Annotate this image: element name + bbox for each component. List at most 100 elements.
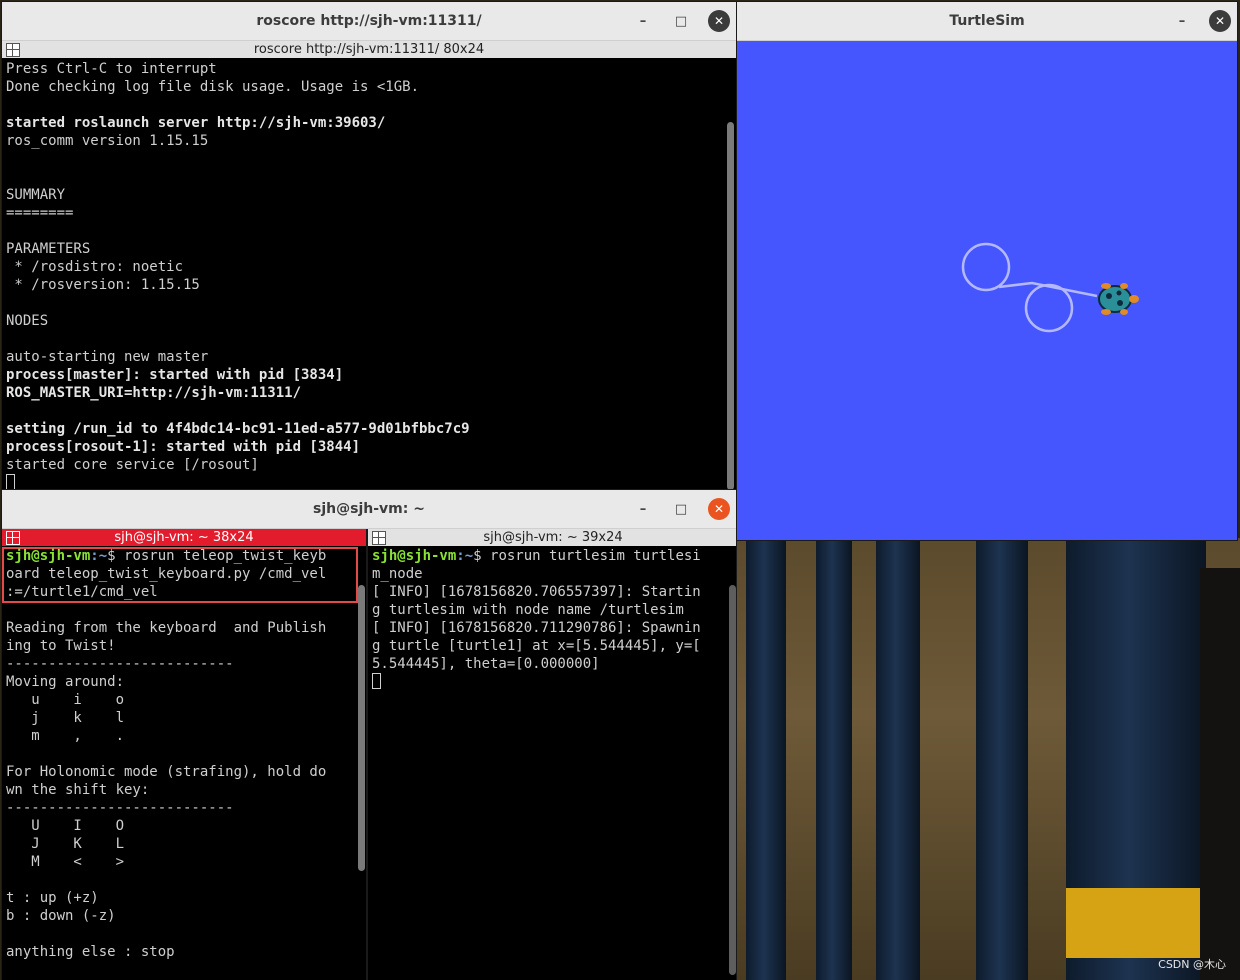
window-title: sjh@sjh-vm: ~ <box>313 501 425 517</box>
desktop-wallpaper: CSDN @木心 <box>736 538 1240 980</box>
prompt-path: :~ <box>456 548 474 564</box>
terminal-line: ing to Twist! <box>6 638 116 654</box>
path-circle <box>961 242 1011 292</box>
roscore-titlebar[interactable]: roscore http://sjh-vm:11311/ – □ ✕ <box>2 2 736 41</box>
scrollbar[interactable] <box>729 585 736 975</box>
path-circle <box>1024 283 1074 333</box>
close-button[interactable]: ✕ <box>1209 10 1231 32</box>
terminal-line: ======== <box>6 205 74 221</box>
maximize-button[interactable]: □ <box>670 498 692 520</box>
terminal-line: [ INFO] [1678156820.706557397]: Startin <box>372 584 701 600</box>
turtle-icon <box>1098 283 1139 315</box>
split-terminal-titlebar[interactable]: sjh@sjh-vm: ~ – □ ✕ <box>2 490 736 529</box>
terminal-line: b : down (-z) <box>6 908 116 924</box>
right-pane[interactable]: sjh@sjh-vm: ~ 39x24 sjh@sjh-vm:~$ rosrun… <box>366 529 736 980</box>
terminal-line: started roslaunch server http://sjh-vm:3… <box>6 115 386 131</box>
wallpaper-pillar <box>876 538 920 980</box>
window-title: TurtleSim <box>949 13 1025 29</box>
prompt-user: sjh@sjh-vm <box>372 548 457 564</box>
terminal-line: Done checking log file disk usage. Usage… <box>6 79 420 95</box>
wallpaper-pillar <box>1066 538 1206 980</box>
command-text: $ rosrun teleop_twist_keyb <box>107 548 327 564</box>
roscore-terminal-window[interactable]: roscore http://sjh-vm:11311/ – □ ✕ rosco… <box>2 2 736 492</box>
terminal-line: auto-starting new master <box>6 349 209 365</box>
terminal-line: j k l <box>6 710 125 726</box>
split-view-icon[interactable] <box>372 531 386 545</box>
minimize-button[interactable]: – <box>632 10 654 32</box>
pillar-yellow-band <box>1066 888 1206 958</box>
terminal-line: g turtlesim with node name /turtlesim <box>372 602 684 618</box>
roscore-terminal-output[interactable]: Press Ctrl-C to interrupt Done checking l… <box>2 58 730 492</box>
terminal-line: --------------------------- <box>6 800 234 816</box>
terminal-line: ros_comm version 1.15.15 <box>6 133 209 149</box>
terminal-cursor-line <box>372 673 732 691</box>
terminal-cursor <box>6 474 15 490</box>
maximize-button[interactable]: □ <box>670 10 692 32</box>
left-terminal-output[interactable]: sjh@sjh-vm:~$ rosrun teleop_twist_keyb oa… <box>2 545 362 980</box>
wallpaper-pillar <box>816 538 852 980</box>
tab-label: sjh@sjh-vm: ~ 38x24 <box>114 530 254 545</box>
terminal-line: Press Ctrl-C to interrupt <box>6 61 217 77</box>
terminal-line: J K L <box>6 836 125 852</box>
wallpaper-figure <box>1200 568 1240 980</box>
terminal-line: Moving around: <box>6 674 125 690</box>
terminal-line: started core service [/rosout] <box>6 457 259 473</box>
turtle-path <box>961 242 1098 333</box>
split-view-icon[interactable] <box>6 43 20 57</box>
left-pane-tab[interactable]: sjh@sjh-vm: ~ 38x24 <box>2 529 366 546</box>
terminal-cursor <box>372 673 381 689</box>
watermark: CSDN @木心 <box>1158 958 1226 971</box>
terminal-line: U I O <box>6 818 125 834</box>
command-text: $ rosrun turtlesim turtlesi <box>473 548 701 564</box>
command-continuation: :=/turtle1/cmd_vel <box>6 584 158 600</box>
scrollbar[interactable] <box>727 122 734 490</box>
terminal-line: process[rosout-1]: started with pid [384… <box>6 439 361 455</box>
path-line <box>998 281 1098 298</box>
terminal-line: g turtle [turtle1] at x=[5.544445], y=[ <box>372 638 701 654</box>
close-button[interactable]: ✕ <box>708 498 730 520</box>
terminal-line: t : up (+z) <box>6 890 99 906</box>
shell-prompt-line: sjh@sjh-vm:~$ rosrun turtlesim turtlesi <box>372 547 732 565</box>
tab-label: sjh@sjh-vm: ~ 39x24 <box>483 530 623 545</box>
terminal-line: anything else : stop <box>6 944 175 960</box>
split-view-icon[interactable] <box>6 531 20 545</box>
terminal-line: PARAMETERS <box>6 241 91 257</box>
tab-label: roscore http://sjh-vm:11311/ 80x24 <box>253 42 485 57</box>
minimize-button[interactable]: – <box>632 498 654 520</box>
terminal-line: Reading from the keyboard and Publish <box>6 620 327 636</box>
turtlesim-window[interactable]: TurtleSim – ✕ <box>737 2 1237 540</box>
window-controls: – ✕ <box>1171 2 1231 40</box>
close-button[interactable]: ✕ <box>708 10 730 32</box>
terminal-line: M < > <box>6 854 125 870</box>
turtlesim-canvas <box>737 41 1237 540</box>
scrollbar[interactable] <box>358 585 365 871</box>
minimize-button[interactable]: – <box>1171 10 1193 32</box>
right-pane-tab[interactable]: sjh@sjh-vm: ~ 39x24 <box>368 529 736 546</box>
terminal-line: m , . <box>6 728 125 744</box>
terminal-line: * /rosdistro: noetic <box>6 259 184 275</box>
left-pane[interactable]: sjh@sjh-vm: ~ 38x24 sjh@sjh-vm:~$ rosrun… <box>2 529 366 980</box>
command-continuation: oard teleop_twist_keyboard.py /cmd_vel <box>6 566 327 582</box>
terminal-line: --------------------------- <box>6 656 234 672</box>
roscore-tab[interactable]: roscore http://sjh-vm:11311/ 80x24 <box>2 41 736 58</box>
terminal-line: u i o <box>6 692 125 708</box>
terminal-line: [ INFO] [1678156820.711290786]: Spawnin <box>372 620 701 636</box>
terminal-line: process[master]: started with pid [3834] <box>6 367 344 383</box>
terminal-line: 5.544445], theta=[0.000000] <box>372 656 600 672</box>
terminal-line: For Holonomic mode (strafing), hold do <box>6 764 327 780</box>
right-terminal-output[interactable]: sjh@sjh-vm:~$ rosrun turtlesim turtlesi m… <box>368 545 736 980</box>
terminal-line: wn the shift key: <box>6 782 150 798</box>
split-terminal-window[interactable]: sjh@sjh-vm: ~ – □ ✕ sjh@sjh-vm: ~ 38x24 … <box>2 490 736 980</box>
turtlesim-titlebar[interactable]: TurtleSim – ✕ <box>737 2 1237 41</box>
terminal-line: setting /run_id to 4f4bdc14-bc91-11ed-a5… <box>6 421 470 437</box>
